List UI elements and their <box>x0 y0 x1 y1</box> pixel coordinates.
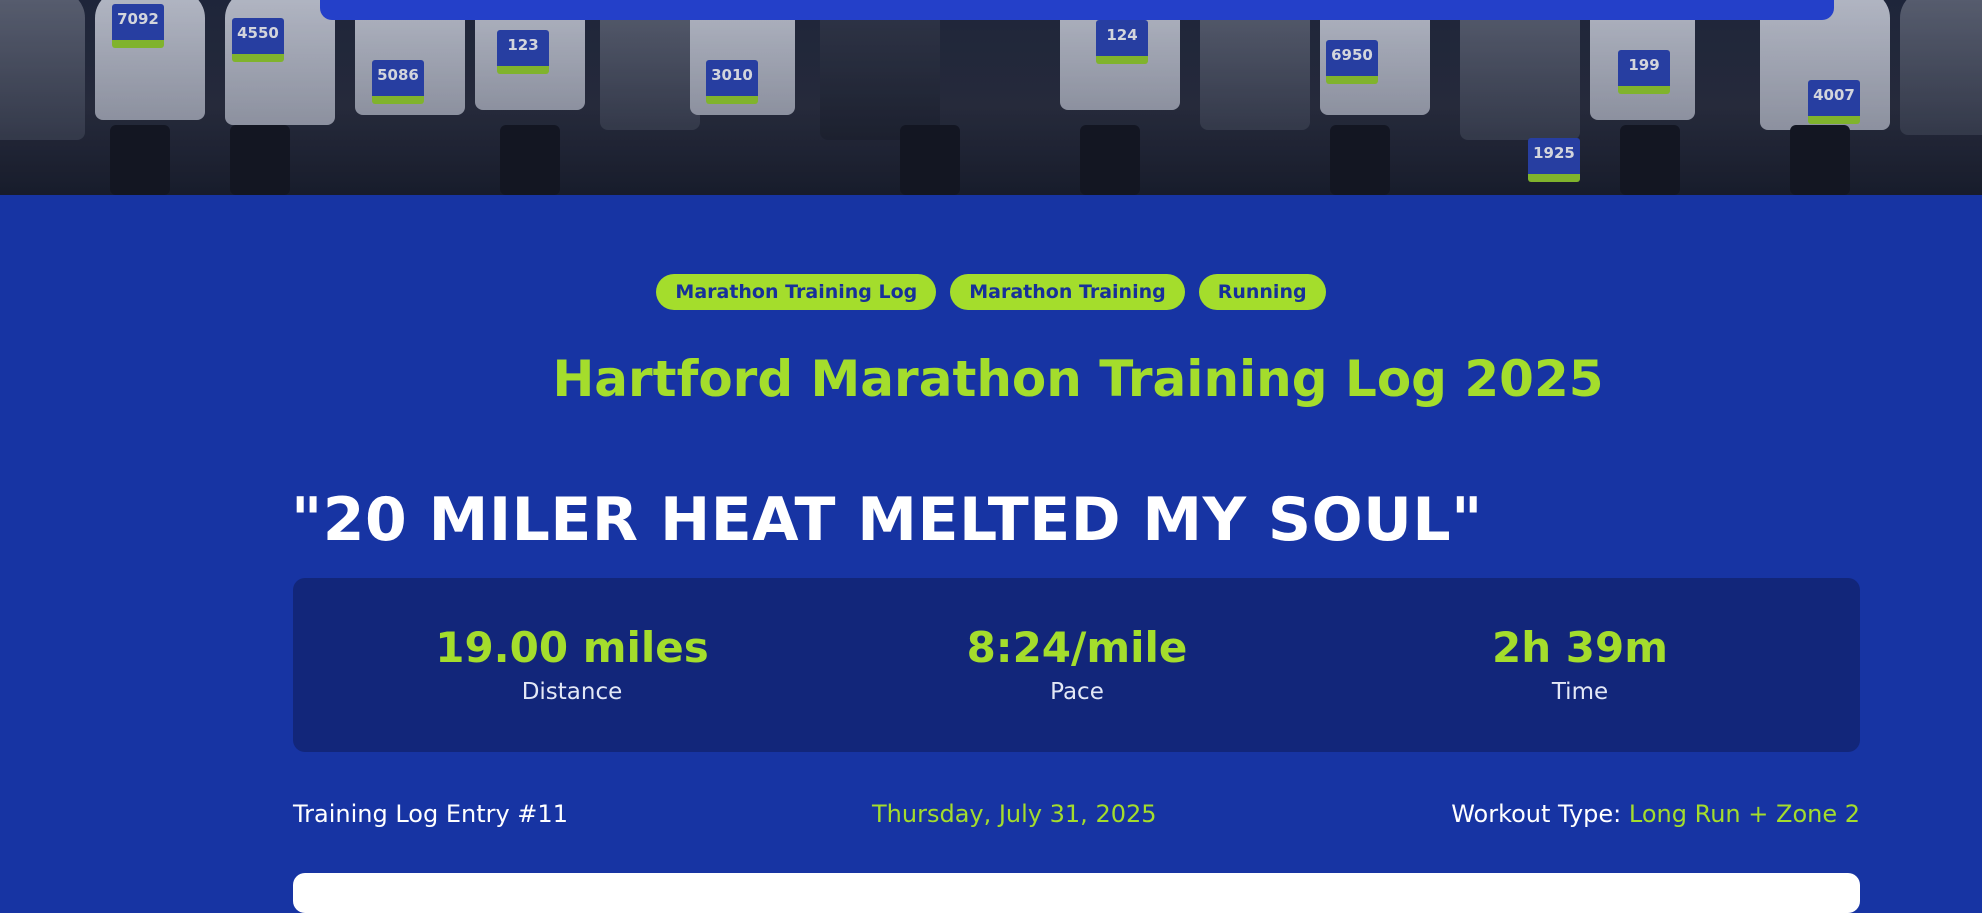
tag-running[interactable]: Running <box>1198 274 1326 310</box>
tag-marathon-training[interactable]: Marathon Training <box>950 274 1185 310</box>
workout-type-value: Long Run + Zone 2 <box>1628 800 1860 828</box>
stat-distance-value: 19.00 miles <box>435 623 709 672</box>
stat-distance: 19.00 miles Distance <box>372 622 772 708</box>
stat-distance-label: Distance <box>521 679 623 705</box>
hero-photo: 7092 4550 5086 123 3010 124 6950 1925 19… <box>0 0 1982 195</box>
hero-overlay <box>0 0 1982 195</box>
hero-banner <box>320 0 1834 20</box>
page-title: Hartford Marathon Training Log 2025 <box>552 350 1604 408</box>
stat-time: 2h 39m Time <box>1380 622 1780 708</box>
workout-stats-card: 19.00 miles Distance 8:24/mile Pace 2h 3… <box>293 578 1860 752</box>
stat-pace-value: 8:24/mile <box>966 623 1188 672</box>
stat-pace: 8:24/mile Pace <box>877 622 1277 708</box>
workout-type-label: Workout Type: <box>1451 800 1622 828</box>
stat-pace-label: Pace <box>1050 679 1104 705</box>
log-entry-number: Training Log Entry #11 <box>293 800 568 828</box>
post-date: Thursday, July 31, 2025 <box>872 800 1157 828</box>
tag-marathon-training-log[interactable]: Marathon Training Log <box>656 274 937 310</box>
post-content-card <box>293 873 1860 913</box>
workout-type: Workout Type: Long Run + Zone 2 <box>1451 798 1860 830</box>
stat-time-value: 2h 39m <box>1492 623 1668 672</box>
category-tags: Marathon Training Log Marathon Training … <box>0 274 1982 310</box>
stat-time-label: Time <box>1551 679 1609 705</box>
post-title: "20 MILER HEAT MELTED MY SOUL" <box>291 485 1483 555</box>
